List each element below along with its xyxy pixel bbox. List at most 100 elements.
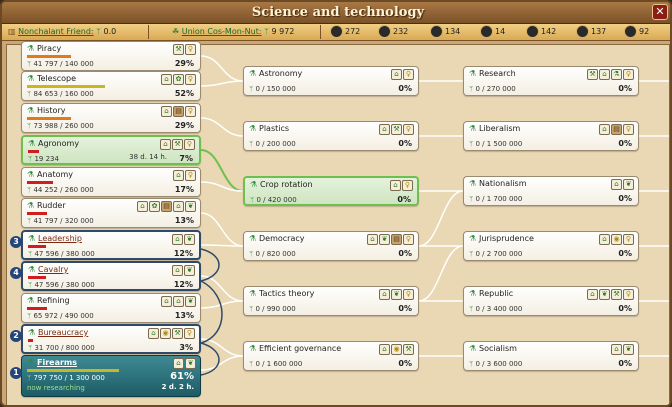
tech-card-cavalry[interactable]: ⚗ Cavalry ᛘ 47 596 / 380 000 12% ⌂ ❦ [21,261,201,291]
bulb-icon[interactable]: ♀ [623,124,634,135]
bulb-icon[interactable]: ♀ [402,180,413,191]
tech-card-efficient-governance[interactable]: ⚗ Efficient governance ᛘ 0 / 1 600 000 0% ⌂ ◉… [243,341,419,371]
connector-line [200,80,244,87]
hammer-icon[interactable]: ⚒ [391,124,402,135]
house-icon[interactable]: ⌂ [172,234,183,245]
tech-card-telescope[interactable]: ⚗ Telescope ᛘ 84 653 / 160 000 52% ⌂ ✿ ♀ [21,71,201,101]
bulb-icon[interactable]: ♀ [403,124,414,135]
progress-bar [27,369,119,372]
tech-card-jurisprudence[interactable]: ⚗ Jurisprudence ᛘ 0 / 2 700 000 0% ⌂ ◉ ♀ [463,231,639,261]
house-icon[interactable]: ⌂ [379,124,390,135]
tech-card-history[interactable]: ⚗ History ᛘ 73 988 / 260 000 29% ⌂ ▤ ♀ [21,103,201,133]
tech-card-socialism[interactable]: ⚗ Socialism ᛘ 0 / 3 600 000 0% ⌂ ❦ [463,341,639,371]
bulb-icon[interactable]: ♀ [403,234,414,245]
tech-card-refining[interactable]: ⚗ Refining ᛘ 65 972 / 490 000 13% ⌂ ⌂ ❦ [21,293,201,323]
flask-icon: ⚗ [249,344,257,353]
house-icon[interactable]: ⌂ [137,201,148,212]
union-link[interactable]: Union Cos-Mon-Nut: [182,27,262,36]
house-icon[interactable]: ⌂ [172,265,183,276]
house-icon[interactable]: ⌂ [173,170,184,181]
friend-link[interactable]: Nonchalant Friend: [18,27,94,36]
science-value: 0 / 270 000 [475,85,516,93]
book-icon[interactable]: ▤ [391,234,402,245]
tech-card-democracy[interactable]: ⚗ Democracy ᛘ 0 / 820 000 0% ⌂ ❦ ▤ ♀ [243,231,419,261]
leaf-icon[interactable]: ❦ [185,358,196,369]
house-icon[interactable]: ⌂ [148,328,159,339]
leaf-icon[interactable]: ❦ [623,344,634,355]
leaf-icon[interactable]: ❦ [184,265,195,276]
bulb-icon[interactable]: ♀ [623,234,634,245]
house-icon[interactable]: ⌂ [173,296,184,307]
close-button[interactable]: ✕ [652,4,668,20]
tech-card-republic[interactable]: ⚗ Republic ᛘ 0 / 3 400 000 0% ⌂ ❦ ⚒ ♀ [463,286,639,316]
tech-card-research[interactable]: ⚗ Research ᛘ 0 / 270 000 0% ⚒ ⌂ ⚗ ♀ [463,66,639,96]
gear-icon[interactable]: ✿ [149,201,160,212]
book-icon[interactable]: ▤ [611,124,622,135]
leaf-icon[interactable]: ❦ [379,234,390,245]
bulb-icon[interactable]: ♀ [623,289,634,300]
bulb-icon[interactable]: ♀ [623,69,634,80]
house-icon[interactable]: ⌂ [173,201,184,212]
house-icon[interactable]: ⌂ [599,234,610,245]
coin-icon[interactable]: ◉ [160,328,171,339]
tech-card-bureaucracy[interactable]: ⚗ Bureaucracy ᛘ 31 700 / 800 000 3% ⌂ ◉ ⚒ ♀ [21,324,201,354]
hammer-icon[interactable]: ⚒ [172,139,183,150]
leaf-icon[interactable]: ❦ [599,289,610,300]
leaf-icon[interactable]: ❦ [391,289,402,300]
hammer-icon[interactable]: ⚒ [403,344,414,355]
bulb-icon[interactable]: ♀ [184,328,195,339]
house-icon[interactable]: ⌂ [599,69,610,80]
hammer-icon[interactable]: ⚒ [611,289,622,300]
house-icon[interactable]: ⌂ [587,289,598,300]
tech-card-astronomy[interactable]: ⚗ Astronomy ᛘ 0 / 150 000 0% ⌂ ♀ [243,66,419,96]
tech-card-liberalism[interactable]: ⚗ Liberalism ᛘ 0 / 1 500 000 0% ⌂ ▤ ♀ [463,121,639,151]
flask-icon[interactable]: ⚗ [611,69,622,80]
leaf-icon[interactable]: ❦ [184,234,195,245]
house-icon[interactable]: ⌂ [161,296,172,307]
bulb-icon[interactable]: ♀ [403,69,414,80]
bulb-icon[interactable]: ♀ [185,106,196,117]
science-progress: ᛘ 19 234 [28,155,59,163]
tech-card-anatomy[interactable]: ⚗ Anatomy ᛘ 44 252 / 260 000 17% ⌂ ♀ [21,167,201,197]
tech-card-rudder[interactable]: ⚗ Rudder ᛘ 41 797 / 320 000 13% ⌂ ✿ ▤ ⌂ ❦ [21,198,201,228]
leaf-icon[interactable]: ❦ [185,296,196,307]
tech-card-crop-rotation[interactable]: ⚗ Crop rotation ᛘ 0 / 420 000 0% ⌂ ♀ [243,176,419,206]
hammer-icon[interactable]: ⚒ [587,69,598,80]
house-icon[interactable]: ⌂ [161,74,172,85]
tech-card-agronomy[interactable]: ⚗ Agronomy ᛘ 19 234 7% 38 d. 14 h. ⌂ ⚒ ♀ [21,135,201,165]
tech-card-nationalism[interactable]: ⚗ Nationalism ᛘ 0 / 1 700 000 0% ⌂ ❦ [463,176,639,206]
coin-icon[interactable]: ◉ [391,344,402,355]
resource-icon [430,25,443,38]
tech-card-plastics[interactable]: ⚗ Plastics ᛘ 0 / 200 000 0% ⌂ ⚒ ♀ [243,121,419,151]
house-icon[interactable]: ⌂ [173,358,184,369]
tech-card-tactics-theory[interactable]: ⚗ Tactics theory ᛘ 0 / 990 000 0% ⌂ ❦ ♀ [243,286,419,316]
gear-icon[interactable]: ✿ [173,74,184,85]
bulb-icon[interactable]: ♀ [403,289,414,300]
house-icon[interactable]: ⌂ [379,344,390,355]
bulb-icon[interactable]: ♀ [185,170,196,181]
flask-icon: ⚗ [28,139,36,148]
tech-card-piracy[interactable]: ⚗ Piracy ᛘ 41 797 / 140 000 29% ⚒ ♀ [21,41,201,71]
house-icon[interactable]: ⌂ [367,234,378,245]
house-icon[interactable]: ⌂ [379,289,390,300]
bulb-icon[interactable]: ♀ [185,44,196,55]
flask-icon: ⚗ [469,69,477,78]
leaf-icon[interactable]: ❦ [185,201,196,212]
house-icon[interactable]: ⌂ [160,139,171,150]
bulb-icon[interactable]: ♀ [185,74,196,85]
book-icon[interactable]: ▤ [161,201,172,212]
house-icon[interactable]: ⌂ [611,179,622,190]
house-icon[interactable]: ⌂ [161,106,172,117]
bulb-icon[interactable]: ♀ [184,139,195,150]
house-icon[interactable]: ⌂ [390,180,401,191]
tech-card-leadership[interactable]: ⚗ Leadership ᛘ 47 596 / 380 000 12% ⌂ ❦ [21,230,201,260]
leaf-icon[interactable]: ❦ [623,179,634,190]
house-icon[interactable]: ⌂ [599,124,610,135]
tech-card-firearms[interactable]: ⚗ Firearms ᛘ 797 750 / 1 300 000 61% 2 d. 2 … [21,355,201,397]
book-icon[interactable]: ▤ [173,106,184,117]
coin-icon[interactable]: ◉ [611,234,622,245]
house-icon[interactable]: ⌂ [611,344,622,355]
hammer-icon[interactable]: ⚒ [173,44,184,55]
house-icon[interactable]: ⌂ [391,69,402,80]
hammer-icon[interactable]: ⚒ [172,328,183,339]
